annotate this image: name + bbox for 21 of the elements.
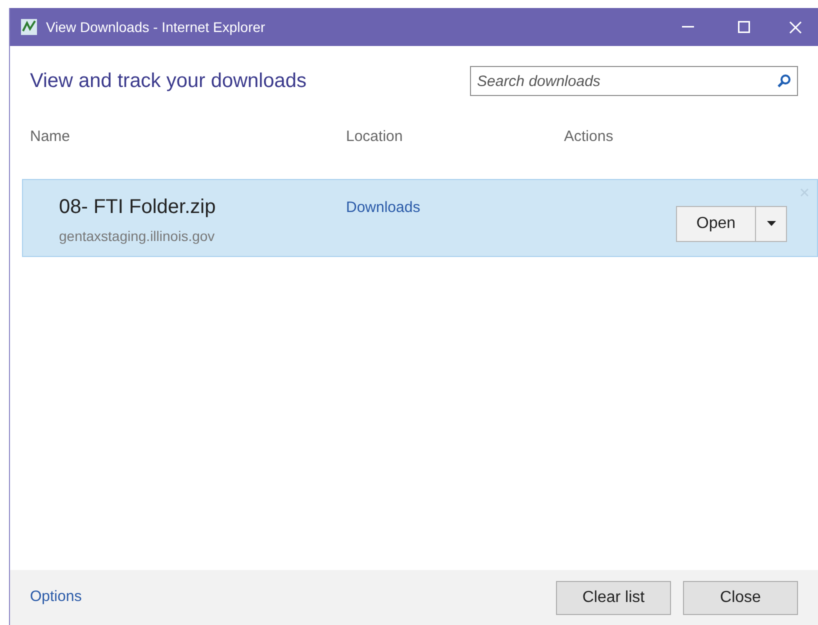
page-heading: View and track your downloads xyxy=(30,69,306,94)
close-icon xyxy=(788,20,802,34)
window-title: View Downloads - Internet Explorer xyxy=(46,18,266,37)
open-button[interactable]: Open xyxy=(676,206,756,242)
column-header: Actions xyxy=(564,128,614,145)
minimize-icon xyxy=(682,26,694,28)
options-link[interactable]: Options xyxy=(30,586,82,609)
dropdown-button[interactable] xyxy=(756,206,787,242)
file-name: 08- FTI Folder.zip xyxy=(59,194,217,220)
maximize-icon xyxy=(738,21,750,33)
clear-list-button[interactable]: Clear list xyxy=(556,580,671,614)
close-dialog-button[interactable]: Close xyxy=(683,580,798,614)
app-icon xyxy=(20,18,38,36)
download-row[interactable]: 08- FTI Folder.zip gentaxstaging.illinois.gov Downloads Open xyxy=(22,178,818,256)
search-field[interactable]: Search downloads xyxy=(470,66,798,96)
column-header: Location xyxy=(346,128,403,145)
location-link[interactable]: Downloads xyxy=(346,198,420,216)
caret-icon xyxy=(766,221,776,226)
column-header: Name xyxy=(30,128,70,145)
search-icon[interactable] xyxy=(777,74,791,88)
file-source: gentaxstaging.illinois.gov xyxy=(59,226,216,246)
